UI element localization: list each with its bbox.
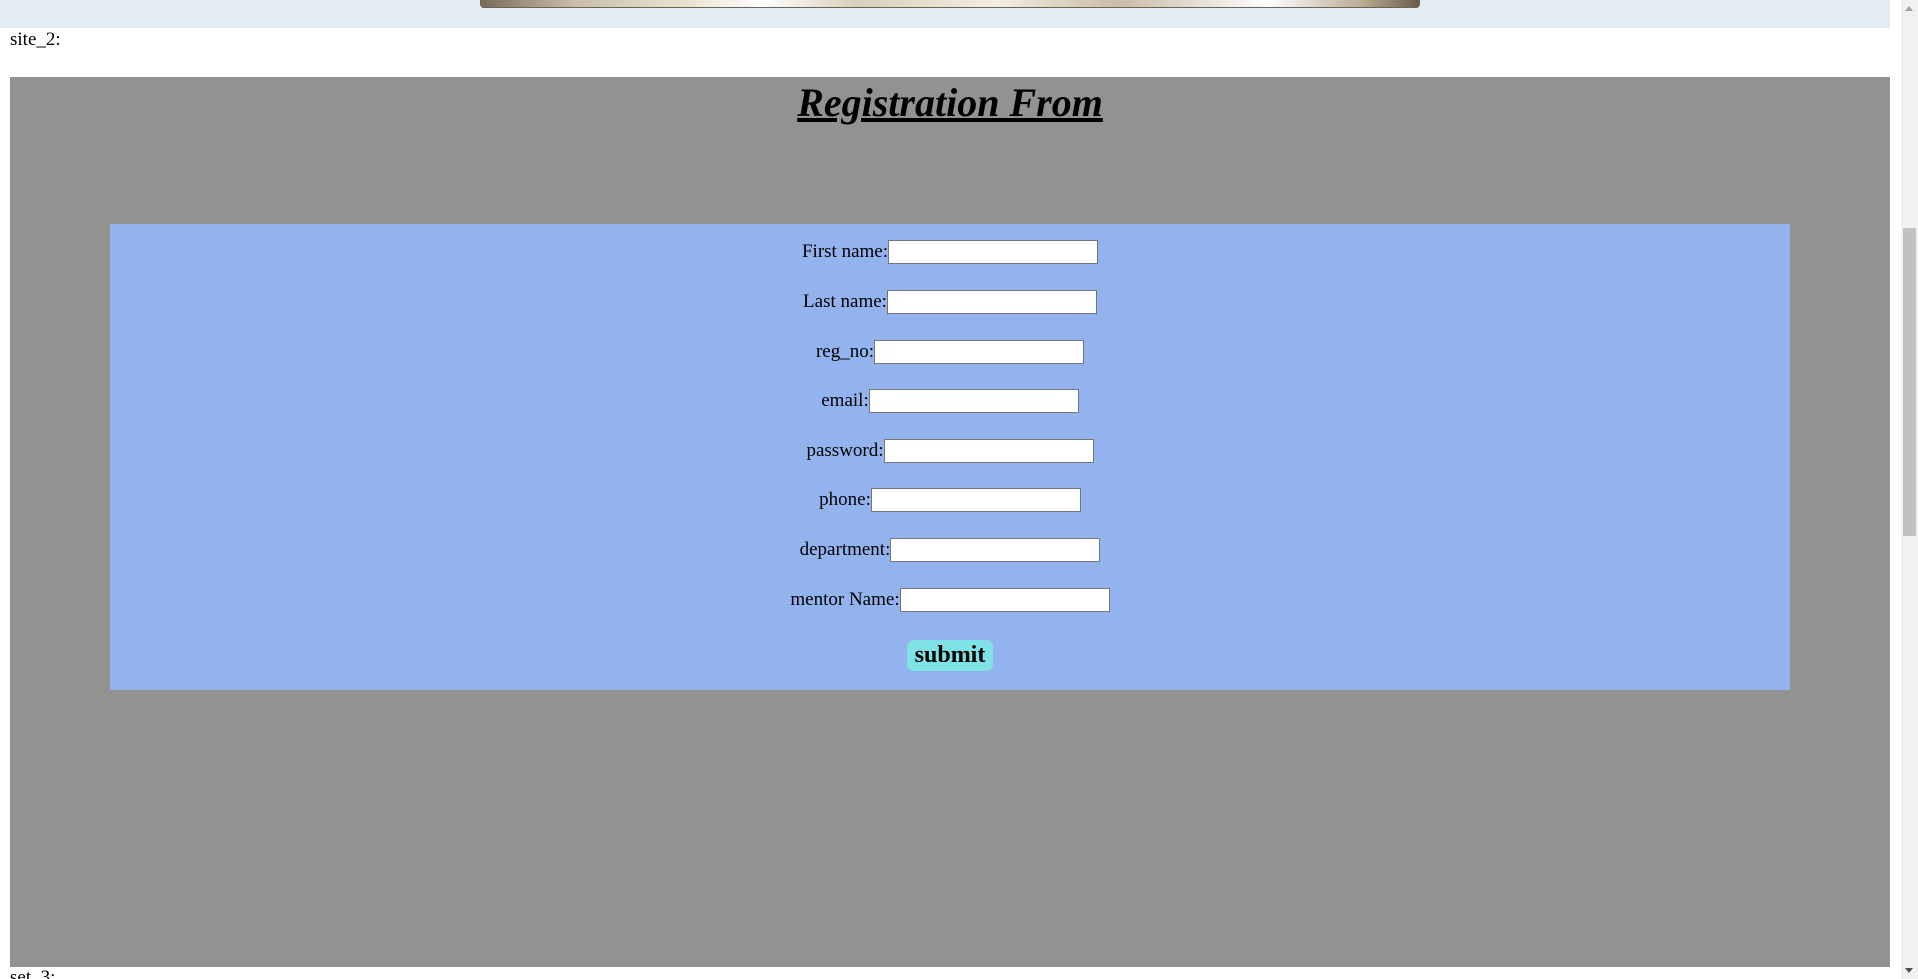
email-row: email: <box>110 389 1790 413</box>
submit-button[interactable]: submit <box>906 640 994 671</box>
registration-section: Registration From First name: Last name:… <box>10 77 1890 967</box>
password-row: password: <box>110 439 1790 463</box>
mentor-name-label: mentor Name: <box>790 589 900 610</box>
registration-form: First name: Last name: reg_no: email: pa… <box>110 224 1790 690</box>
last-name-label: Last name: <box>803 291 887 312</box>
password-input[interactable] <box>883 439 1094 463</box>
last-name-input[interactable] <box>886 290 1097 314</box>
scroll-thumb[interactable] <box>1903 228 1916 536</box>
scroll-down-arrow-icon[interactable] <box>1905 968 1913 973</box>
last-name-row: Last name: <box>110 290 1790 314</box>
reg-no-input[interactable] <box>874 340 1085 364</box>
department-input[interactable] <box>890 538 1101 562</box>
scroll-up-arrow-icon[interactable] <box>1905 6 1913 11</box>
previous-section-band <box>0 0 1890 28</box>
vertical-scrollbar[interactable] <box>1901 0 1918 979</box>
mentor-name-row: mentor Name: <box>110 588 1790 612</box>
page: site_2: Registration From First name: La… <box>0 0 1918 979</box>
site-2-label: site_2: <box>10 29 61 50</box>
first-name-row: First name: <box>110 240 1790 264</box>
phone-input[interactable] <box>870 488 1081 512</box>
reg-no-row: reg_no: <box>110 340 1790 364</box>
phone-row: phone: <box>110 488 1790 512</box>
phone-label: phone: <box>819 489 871 510</box>
header-image <box>480 0 1420 8</box>
department-row: department: <box>110 538 1790 562</box>
password-label: password: <box>806 440 884 461</box>
email-input[interactable] <box>868 389 1079 413</box>
department-label: department: <box>799 539 891 560</box>
form-title: Registration From <box>797 80 1103 125</box>
set-3-label: set_3: <box>10 967 56 979</box>
email-label: email: <box>821 390 869 411</box>
first-name-input[interactable] <box>888 240 1099 264</box>
mentor-name-input[interactable] <box>899 588 1110 612</box>
reg-no-label: reg_no: <box>815 341 875 362</box>
submit-row: submit <box>110 640 1790 671</box>
first-name-label: First name: <box>801 241 889 262</box>
